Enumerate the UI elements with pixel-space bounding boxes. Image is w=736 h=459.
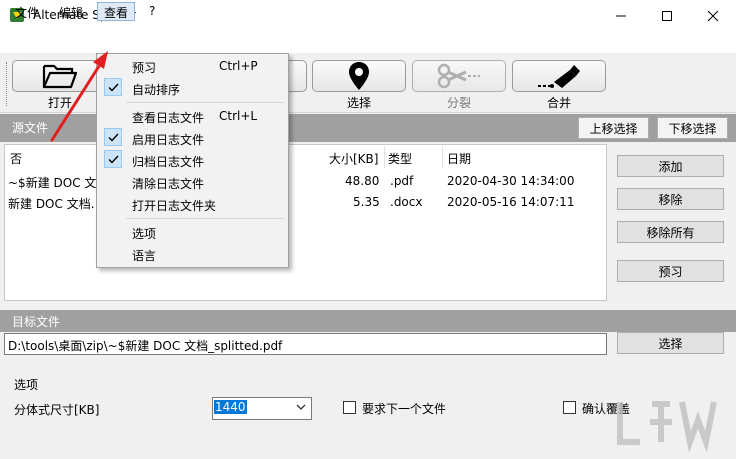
menu-item-preview[interactable]: 预习 (132, 59, 156, 76)
split-label: 分裂 (446, 96, 471, 110)
menu-bar (0, 31, 736, 53)
menu-item-options[interactable]: 选项 (132, 225, 156, 242)
menu-view[interactable]: 查看 (97, 2, 136, 21)
cell-name: ~$新建 DOC 文 (8, 176, 97, 190)
select-button[interactable] (312, 60, 406, 92)
menu-item-archive-log[interactable]: 归档日志文件 (132, 153, 204, 170)
cell-type: .pdf (390, 174, 414, 188)
split-button[interactable] (412, 60, 506, 92)
menu-item-clear-log[interactable]: 清除日志文件 (132, 175, 204, 192)
target-path-input[interactable]: D:\tools\桌面\zip\~$新建 DOC 文档_splitted.pdf (4, 333, 607, 355)
column-divider (384, 146, 385, 168)
cell-date: 2020-05-16 14:07:11 (447, 195, 575, 209)
minimize-button[interactable] (598, 0, 644, 31)
column-header-name[interactable]: 否 (10, 150, 22, 167)
options-title: 选项 (14, 378, 39, 392)
column-divider (442, 146, 443, 168)
checkmark-icon (104, 78, 122, 96)
source-file-list[interactable] (4, 144, 607, 301)
confirm-overwrite-checkbox[interactable] (563, 401, 576, 414)
minimize-icon (616, 15, 626, 16)
preview-button[interactable]: 预习 (617, 260, 724, 282)
watermark-logo-icon (617, 401, 717, 452)
shortcut-view-log: Ctrl+L (219, 109, 258, 123)
checkmark-icon (104, 150, 122, 168)
move-up-button[interactable]: 上移选择 (578, 117, 649, 139)
open-button[interactable] (12, 60, 108, 92)
merge-button[interactable] (512, 60, 606, 92)
split-size-label: 分体式尺寸[KB] (14, 403, 100, 417)
move-down-button[interactable]: 下移选择 (657, 117, 728, 139)
open-label: 打开 (47, 96, 72, 110)
maximize-icon (662, 10, 672, 21)
target-file-title: 目标文件 (12, 315, 61, 329)
remove-button[interactable]: 移除 (617, 188, 724, 210)
split-size-value: 1440 (214, 400, 247, 414)
glue-tube-icon (538, 65, 580, 88)
folder-icon (42, 64, 78, 89)
hidden-toolbar-button[interactable] (289, 60, 307, 92)
require-next-checkbox[interactable] (343, 401, 356, 414)
cell-name: 新建 DOC 文档. (8, 197, 95, 211)
cell-size: 48.80 (345, 174, 380, 188)
menu-separator (126, 102, 284, 103)
close-button[interactable] (690, 0, 736, 31)
menu-help[interactable]: ? (142, 2, 162, 21)
toolbar-grip (6, 62, 7, 106)
column-header-size[interactable]: 大小[KB] (329, 150, 378, 167)
select-label: 选择 (346, 96, 371, 110)
menu-item-enable-log[interactable]: 启用日志文件 (132, 131, 204, 148)
scissors-icon (437, 63, 480, 89)
target-file-header (0, 310, 736, 332)
menu-item-view-log[interactable]: 查看日志文件 (132, 109, 204, 126)
menu-item-language[interactable]: 语言 (132, 247, 156, 264)
column-header-date[interactable]: 日期 (447, 150, 471, 167)
column-header-type[interactable]: 类型 (388, 150, 412, 167)
location-pin-icon (349, 62, 369, 90)
menu-item-auto-sort[interactable]: 自动排序 (132, 81, 180, 98)
cell-date: 2020-04-30 14:34:00 (447, 174, 575, 188)
menu-edit[interactable]: 编辑 (52, 2, 90, 21)
cell-size: 5.35 (353, 195, 380, 209)
shortcut-preview: Ctrl+P (219, 59, 258, 73)
menu-file[interactable]: 文件 (8, 2, 46, 21)
require-next-label: 要求下一个文件 (362, 402, 447, 416)
close-icon (707, 10, 719, 21)
maximize-button[interactable] (644, 0, 690, 31)
cell-type: .docx (390, 195, 423, 209)
menu-item-open-log-folder[interactable]: 打开日志文件夹 (132, 197, 216, 214)
target-select-button[interactable]: 选择 (617, 332, 724, 354)
add-button[interactable]: 添加 (617, 155, 724, 177)
checkmark-icon (104, 128, 122, 146)
menu-separator (126, 218, 284, 219)
merge-label: 合并 (546, 96, 571, 110)
chevron-down-icon[interactable] (296, 401, 306, 415)
source-files-title: 源文件 (12, 121, 49, 135)
remove-all-button[interactable]: 移除所有 (617, 221, 724, 243)
